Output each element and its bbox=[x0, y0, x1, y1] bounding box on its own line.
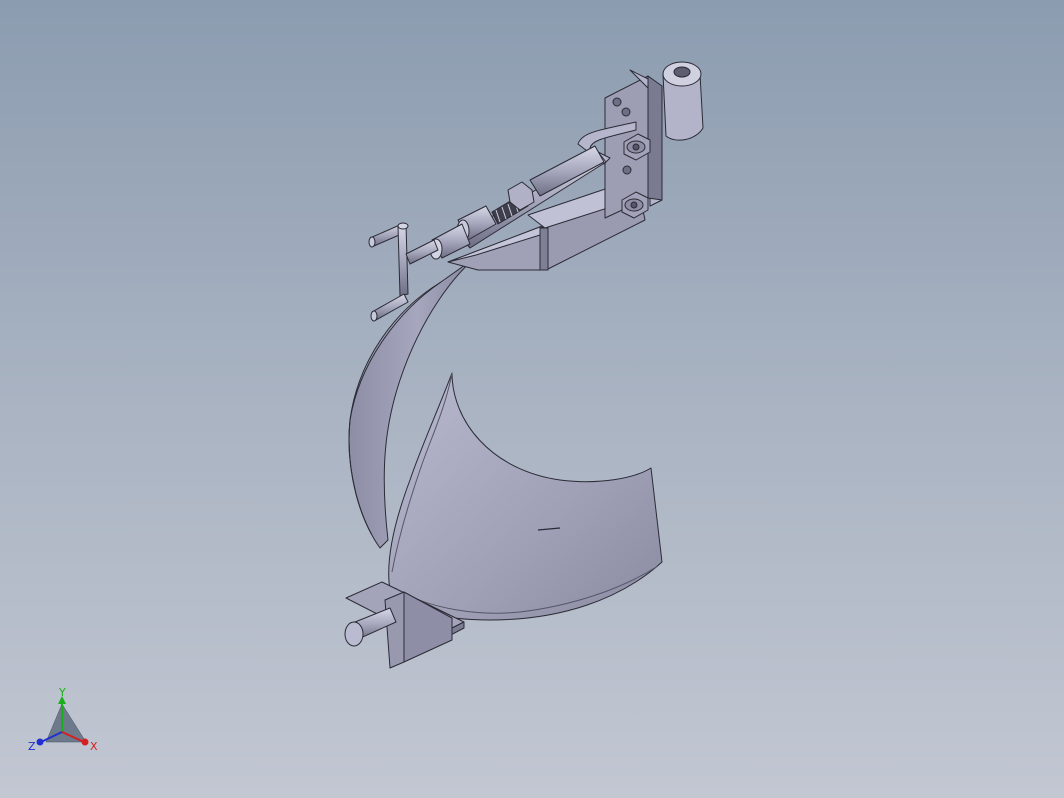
x-axis-label: X bbox=[90, 740, 98, 753]
bottom-shaft-end bbox=[344, 621, 364, 647]
bottom-vertical-plate[interactable] bbox=[384, 591, 405, 669]
bracket-hole-mid bbox=[621, 107, 631, 117]
x-axis-cap-icon bbox=[81, 738, 89, 746]
bracket-hole-top bbox=[612, 97, 622, 107]
bracket-hole-low bbox=[622, 165, 632, 175]
bracket-plate-edge bbox=[647, 75, 663, 201]
plow-assembly[interactable] bbox=[344, 61, 704, 669]
adjusting-rod-thick[interactable] bbox=[529, 145, 605, 197]
beam-middle-front bbox=[539, 227, 549, 271]
y-axis-label: Y bbox=[58, 686, 66, 699]
cad-viewport[interactable] bbox=[0, 0, 1064, 798]
moldboard[interactable] bbox=[388, 372, 663, 621]
z-axis-label: Z bbox=[28, 740, 36, 753]
z-axis-cap-icon bbox=[36, 738, 44, 746]
hinge-cylinder-bore bbox=[673, 66, 691, 78]
axis-triad: Y X Z bbox=[28, 686, 98, 753]
